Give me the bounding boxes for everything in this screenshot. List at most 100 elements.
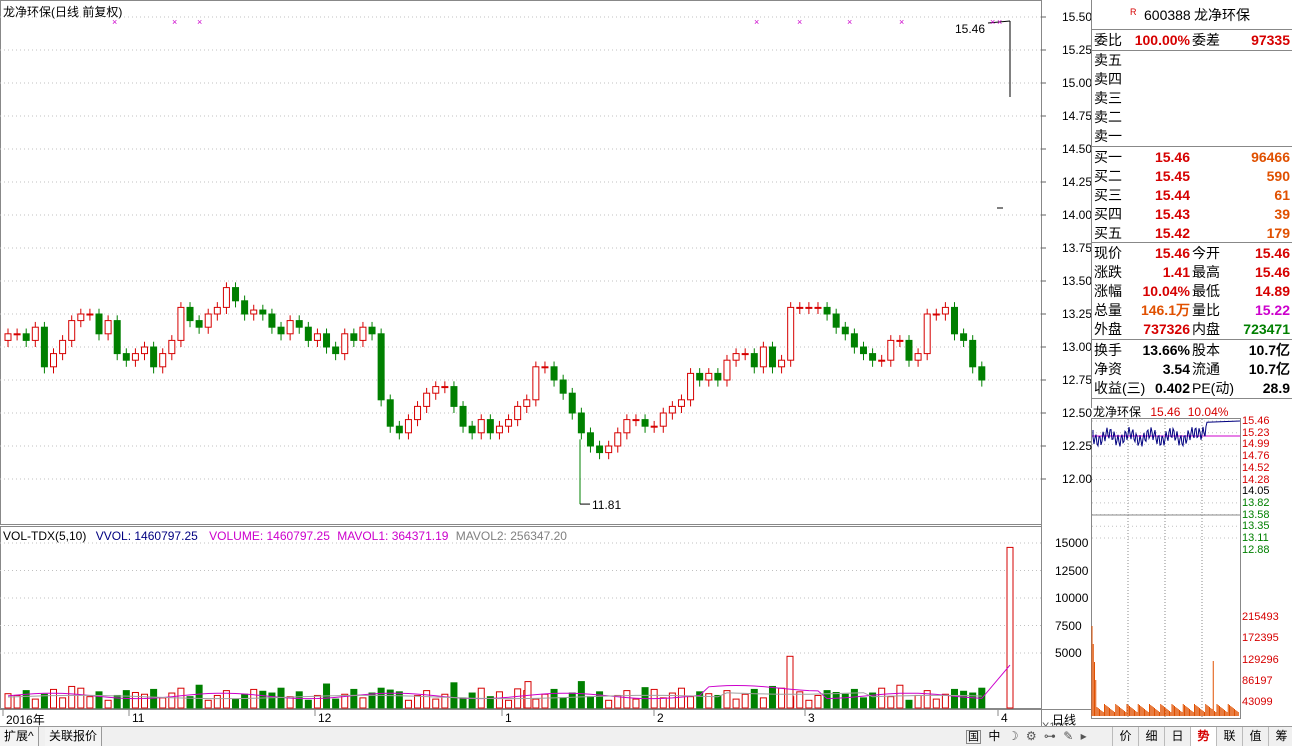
fund-value: 0.402 xyxy=(1154,380,1190,396)
candle-body xyxy=(195,320,203,328)
volume-bar xyxy=(941,693,949,709)
mini-price-tick: 14.76 xyxy=(1242,450,1270,463)
event-marker: × xyxy=(197,17,202,27)
candle-body xyxy=(68,320,76,341)
candle-body xyxy=(705,372,713,381)
tab-detail[interactable]: 细 xyxy=(1138,727,1164,746)
mini-price: 15.46 xyxy=(1150,405,1181,419)
sell-label: 卖四 xyxy=(1094,71,1122,87)
volume-bar xyxy=(95,691,103,709)
weibi-row: 委比 100.00% 委差 97335 xyxy=(1092,31,1292,50)
volume-bar xyxy=(350,688,358,709)
volume-bar xyxy=(841,693,849,709)
buy-volume: 590 xyxy=(1266,168,1290,184)
buy-label: 买四 xyxy=(1094,206,1122,222)
volume-bar xyxy=(213,694,221,709)
buy-price: 15.46 xyxy=(1154,149,1190,165)
quote-row: 涨跌 1.41 最高 15.46 xyxy=(1092,263,1292,282)
gear-icon[interactable]: ⚙ xyxy=(1026,729,1037,743)
tool-icon[interactable]: ✎ xyxy=(1063,729,1073,743)
volume-bar xyxy=(914,694,922,709)
volume-bar xyxy=(732,698,740,709)
candle-body xyxy=(659,412,667,427)
related-quote-tab[interactable]: 关联报价 xyxy=(45,727,103,746)
candle-body xyxy=(768,346,776,368)
link-icon[interactable]: ⊶ xyxy=(1044,729,1056,743)
volume-bar xyxy=(404,699,412,709)
candle-body xyxy=(141,346,149,355)
event-marker: × xyxy=(172,17,177,27)
sell-level-2: 卖二 xyxy=(1092,108,1292,127)
buy-level-2: 买二 15.45 590 xyxy=(1092,167,1292,186)
tab-value[interactable]: 值 xyxy=(1242,727,1268,746)
volume-bar xyxy=(313,694,321,709)
candle-body xyxy=(150,346,158,368)
vol-indicator-name[interactable]: VOL-TDX(5,10) xyxy=(3,529,86,543)
volume-bar xyxy=(623,690,631,709)
buy-volume: 179 xyxy=(1266,225,1290,241)
candle-body xyxy=(568,392,576,414)
quote-value: 1.41 xyxy=(1162,264,1190,280)
mini-price-tick: 15.23 xyxy=(1242,426,1270,439)
volume-bar xyxy=(359,697,367,709)
candle-body xyxy=(978,366,986,381)
candle-body xyxy=(350,333,358,341)
candle-body xyxy=(86,313,94,316)
fund-label: PE(动) xyxy=(1192,380,1234,396)
candle-body xyxy=(495,425,503,434)
tab-price[interactable]: 价 xyxy=(1112,727,1138,746)
candle-body xyxy=(559,379,567,394)
volume-bar xyxy=(259,690,267,709)
volume-bar xyxy=(705,693,713,709)
candle-body xyxy=(732,353,740,361)
candle-body xyxy=(213,306,221,315)
tab-daily[interactable]: 日 xyxy=(1164,727,1190,746)
candle-body xyxy=(277,326,285,335)
moon-icon[interactable]: ☽ xyxy=(1008,729,1019,743)
expand-tab[interactable]: 扩展^ xyxy=(0,727,39,746)
candle-body xyxy=(22,333,30,341)
candle-body xyxy=(696,372,704,381)
candle-body xyxy=(932,313,940,316)
price-tick: 13.75 xyxy=(1062,241,1093,255)
sell-label: 卖一 xyxy=(1094,128,1122,144)
volume-bar xyxy=(332,698,340,709)
buy-level-5: 买五 15.42 179 xyxy=(1092,224,1292,243)
volume-tick: 15000 xyxy=(1055,536,1089,550)
candle-body xyxy=(313,333,321,341)
tab-trend[interactable]: 势 xyxy=(1190,727,1216,746)
volume-bar xyxy=(50,688,58,709)
candle-body xyxy=(414,405,422,421)
quote-value: 14.89 xyxy=(1254,283,1290,299)
mavol1-line xyxy=(7,664,1011,700)
volume-bar xyxy=(932,698,940,709)
candle-body xyxy=(650,425,658,428)
volume-tick: 10000 xyxy=(1055,591,1089,605)
guo-icon[interactable]: 国 xyxy=(966,730,981,744)
tab-chips[interactable]: 筹 xyxy=(1268,727,1292,746)
candle-body xyxy=(668,405,676,414)
volume-bar xyxy=(605,699,613,709)
volume-bar xyxy=(377,687,385,709)
mini-price-line xyxy=(1092,420,1241,448)
buy-label: 买五 xyxy=(1094,225,1122,241)
quote-label: 今开 xyxy=(1192,245,1220,261)
candle-body xyxy=(468,425,476,434)
fund-label: 收益(三) xyxy=(1094,380,1146,396)
price-tick: 12.25 xyxy=(1062,439,1093,453)
candle-body xyxy=(723,359,731,381)
volume-bar xyxy=(586,696,594,709)
fundamental-row: 净资 3.54 流通 10.7亿 xyxy=(1092,360,1292,379)
candle-body xyxy=(741,353,749,356)
volume-value: VOLUME: 1460797.25 xyxy=(209,529,330,543)
candle-body xyxy=(295,320,303,328)
toolbar-icons: 国 中 ☽ ⚙ ⊶ ✎ ▸ xyxy=(966,727,1087,746)
mini-price-tick: 13.82 xyxy=(1242,496,1270,509)
volume-bar xyxy=(295,691,303,709)
candle-body xyxy=(50,353,58,368)
tab-link[interactable]: 联 xyxy=(1216,727,1242,746)
expand-icon[interactable]: ▸ xyxy=(1081,729,1087,743)
volume-bar xyxy=(195,684,203,709)
zhong-icon[interactable]: 中 xyxy=(988,729,1000,743)
buy-label: 买一 xyxy=(1094,149,1122,165)
